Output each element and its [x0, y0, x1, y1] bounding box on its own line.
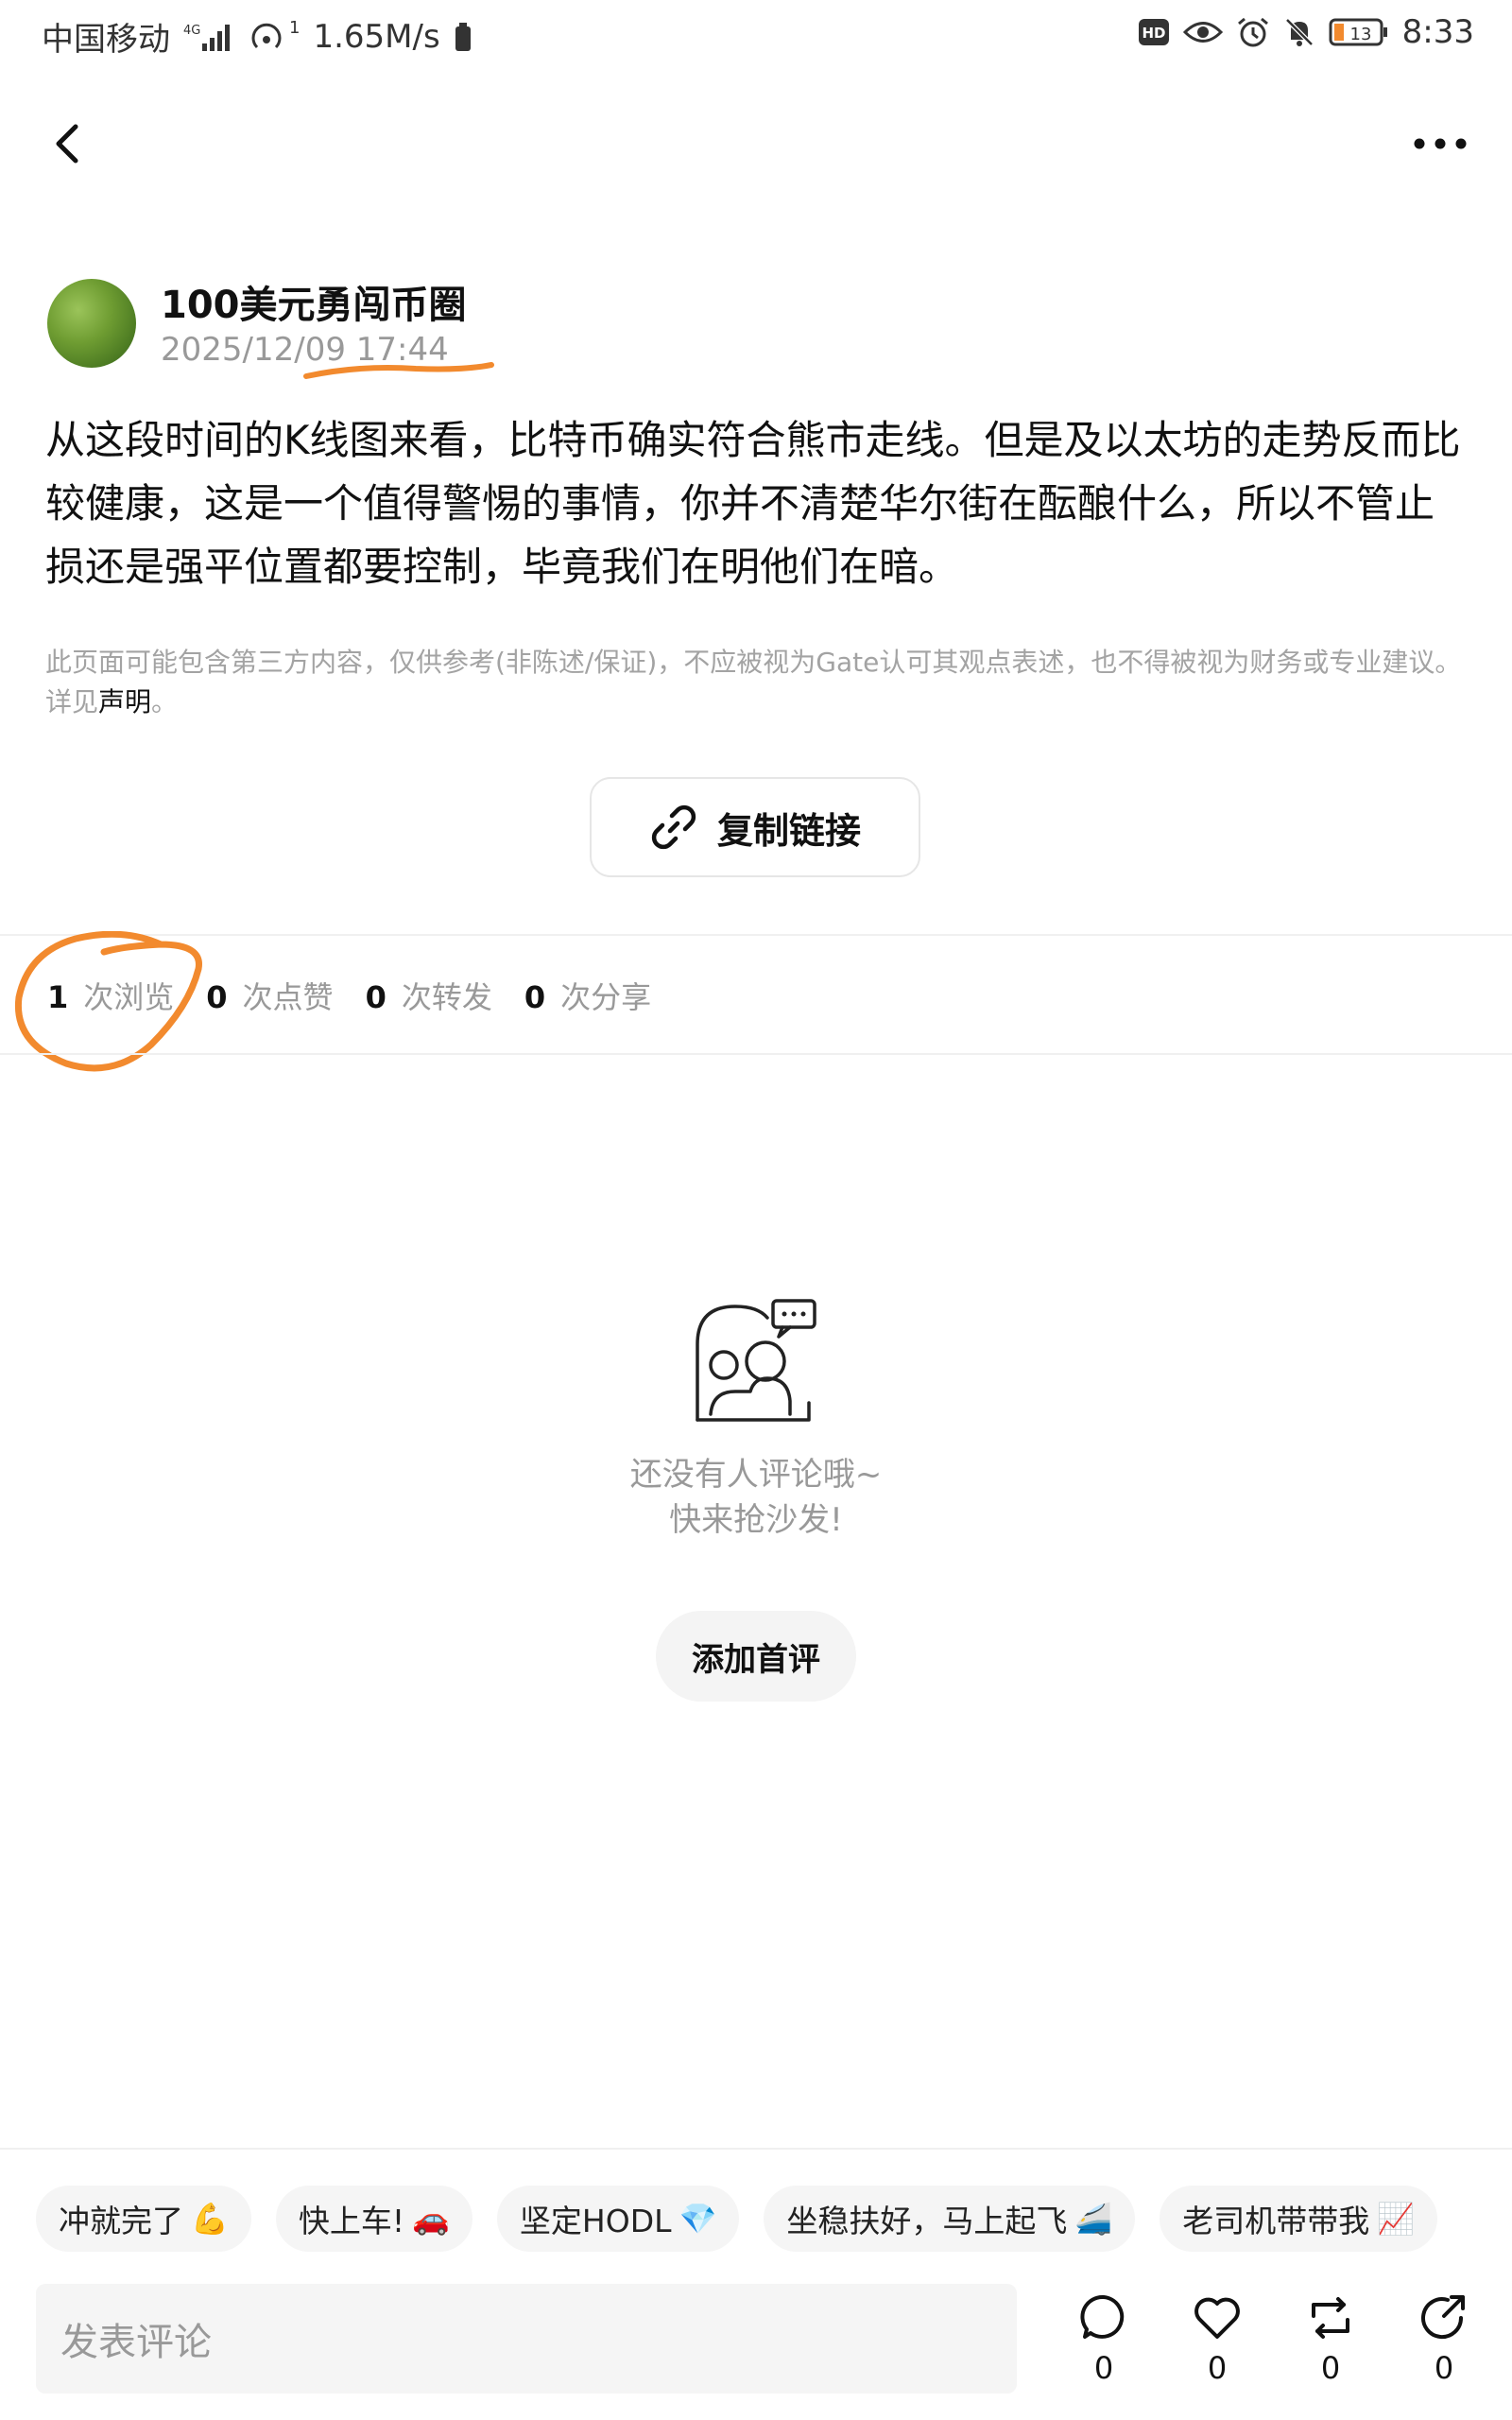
disclaimer-text: 此页面可能包含第三方内容，仅供参考(非陈述/保证)，不应被视为Gate认可其观点… — [45, 647, 1462, 717]
empty-comments-illustration-icon — [696, 1299, 816, 1422]
add-first-comment-button[interactable]: 添加首评 — [656, 1611, 856, 1702]
disclaimer-link[interactable]: 声明 — [98, 686, 151, 717]
battery-icon: 13 — [1329, 16, 1389, 48]
empty-line-2: 快来抢沙发! — [669, 1501, 843, 1539]
repost-count: 0 — [1320, 2350, 1341, 2386]
repost-icon — [1312, 2297, 1349, 2339]
heart-icon — [1194, 2297, 1240, 2339]
link-icon — [651, 804, 696, 850]
flexed-biceps-icon: 💪 — [191, 2201, 229, 2237]
like-action[interactable]: 0 — [1179, 2293, 1255, 2386]
eye-comfort-icon — [1182, 18, 1223, 46]
quick-reply-chip[interactable]: 坐稳扶好，马上起飞 🚄 — [764, 2186, 1136, 2252]
diamond-icon: 💎 — [679, 2201, 717, 2237]
copy-link-button[interactable]: 复制链接 — [590, 777, 920, 877]
annotation-underline — [303, 362, 494, 379]
more-horizontal-icon — [1414, 138, 1467, 149]
empty-comments-text: 还没有人评论哦~ 快来抢沙发! — [0, 1452, 1512, 1543]
author-name[interactable]: 100美元勇闯币圈 — [161, 274, 467, 329]
battery-level: 13 — [1349, 25, 1371, 44]
battery-saver-icon — [454, 21, 472, 53]
shares-label: 次分享 — [560, 979, 652, 1015]
annotation-circle — [14, 931, 202, 1072]
reposts-count: 0 — [365, 979, 387, 1015]
more-options-button[interactable] — [1402, 113, 1478, 174]
reposts-label: 次转发 — [401, 979, 492, 1015]
quick-reply-chip[interactable]: 老司机带带我 📈 — [1160, 2186, 1438, 2252]
disclaimer: 此页面可能包含第三方内容，仅供参考(非陈述/保证)，不应被视为Gate认可其观点… — [45, 643, 1472, 722]
divider-top — [0, 934, 1512, 936]
divider-bottom — [0, 1053, 1512, 1055]
post-content: 从这段时间的K线图来看，比特币确实符合熊市走线。但是及以太坊的走势反而比较健康，… — [45, 417, 1461, 590]
hotspot-icon — [249, 21, 293, 53]
empty-line-1: 还没有人评论哦~ — [629, 1456, 883, 1494]
chart-up-icon: 📈 — [1377, 2201, 1416, 2237]
hd-label: HD — [1142, 25, 1165, 42]
repost-action[interactable]: 0 — [1293, 2293, 1368, 2386]
quick-reply-text: 坐稳扶好，马上起飞 — [786, 2203, 1068, 2239]
network-type: 4G — [183, 24, 200, 38]
mute-bell-icon — [1283, 16, 1315, 48]
comment-input[interactable]: 发表评论 — [36, 2284, 1017, 2394]
quick-reply-list: 冲就完了 💪 快上车! 🚗 坚定HODL 💎 坐稳扶好，马上起飞 🚄 老司机带带我 📈 — [36, 2186, 1438, 2252]
quick-reply-chip[interactable]: 坚定HODL 💎 — [496, 2186, 740, 2252]
share-icon — [1421, 2295, 1465, 2340]
clock: 8:33 — [1401, 13, 1474, 51]
stat-reposts: 0 次转发 — [366, 974, 492, 1017]
share-count: 0 — [1434, 2350, 1454, 2386]
car-icon: 🚗 — [412, 2201, 450, 2237]
carrier-name: 中国移动 — [42, 21, 170, 59]
stat-likes: 0 次点赞 — [206, 974, 333, 1017]
signal-icon: 4G — [183, 21, 236, 53]
stat-shares: 0 次分享 — [524, 974, 651, 1017]
network-speed: 1.65M/s — [313, 17, 440, 56]
likes-label: 次点赞 — [242, 979, 334, 1015]
quick-reply-text: 老司机带带我 — [1182, 2203, 1370, 2239]
comment-placeholder: 发表评论 — [60, 2321, 212, 2364]
like-count: 0 — [1207, 2350, 1228, 2386]
quick-reply-chip[interactable]: 冲就完了 💪 — [36, 2186, 251, 2252]
divider-footer — [0, 2148, 1512, 2150]
share-action[interactable]: 0 — [1406, 2293, 1482, 2386]
train-icon: 🚄 — [1074, 2201, 1113, 2237]
quick-reply-text: 冲就完了 — [59, 2203, 183, 2239]
hd-icon: HD — [1138, 18, 1170, 46]
disclaimer-end: 。 — [151, 686, 179, 717]
chevron-left-icon — [56, 124, 78, 164]
hotspot-badge: 1 — [289, 18, 301, 38]
comment-icon — [1080, 2294, 1125, 2339]
status-bar-left: 中国移动 4G 1 1.65M/s — [42, 13, 472, 60]
comment-count: 0 — [1093, 2350, 1114, 2386]
status-bar-right: HD 13 8:33 — [1138, 13, 1474, 51]
shares-count: 0 — [524, 979, 546, 1015]
author-avatar[interactable] — [47, 279, 136, 368]
alarm-icon — [1236, 16, 1270, 48]
quick-reply-text: 坚定HODL — [519, 2203, 672, 2239]
comment-action[interactable]: 0 — [1066, 2293, 1142, 2386]
quick-reply-text: 快上车! — [298, 2203, 405, 2239]
quick-reply-chip[interactable]: 快上车! 🚗 — [275, 2186, 472, 2252]
copy-link-label: 复制链接 — [716, 809, 861, 852]
back-button[interactable] — [38, 113, 98, 174]
